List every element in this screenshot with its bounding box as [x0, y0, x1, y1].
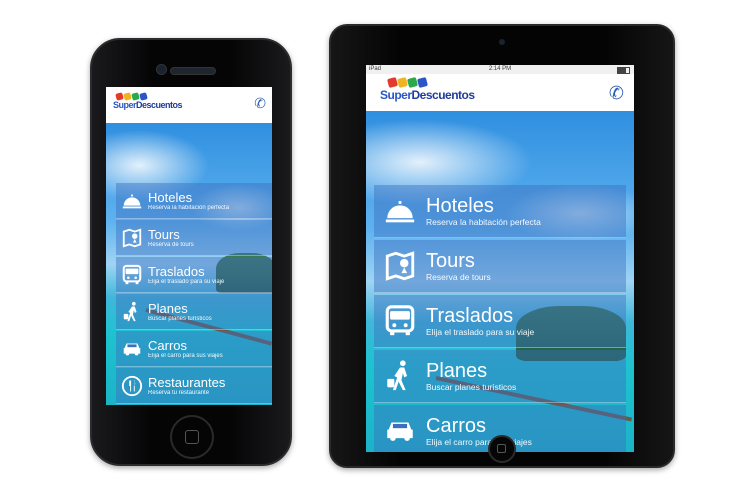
- menu-item-traslados[interactable]: Traslados Elija el traslado para su viaje: [116, 257, 272, 293]
- hotel-bell-icon: [374, 187, 426, 235]
- bus-icon: [116, 259, 148, 291]
- restaurant-icon: [116, 370, 148, 402]
- menu-item-title: Planes: [148, 300, 188, 316]
- map-icon: [116, 222, 148, 254]
- menu-item-restaurantes[interactable]: Restaurantes Reserva tu restaurante: [116, 368, 272, 404]
- phone-home-button[interactable]: [170, 415, 214, 459]
- tablet-home-button[interactable]: [488, 435, 516, 463]
- phone-icon[interactable]: ✆: [254, 95, 266, 112]
- menu-item-title: Planes: [426, 359, 488, 382]
- menu-item-carros[interactable]: Carros Elija el carro para sus viajes: [116, 331, 272, 367]
- phone-device: SuperDescuentos ✆ Hoteles Reserva la habi…: [90, 38, 292, 466]
- main-menu: Hoteles Reserva la habitación perfecta Tou…: [116, 183, 272, 405]
- logo-tag: [396, 76, 409, 89]
- menu-item-subtitle: Elija el carro para sus viajes: [426, 436, 532, 447]
- map-icon: [374, 242, 426, 290]
- phone-earpiece: [170, 67, 216, 75]
- logo-text-part2: Descuentos: [411, 88, 476, 102]
- tablet-device: iPad 2:14 PM SuperDescuentos ✆ Hoteles Re…: [329, 24, 675, 468]
- menu-item-title: Carros: [426, 414, 487, 437]
- menu-item-title: Tours: [148, 226, 180, 242]
- hotel-bell-icon: [116, 185, 148, 217]
- menu-item-planes[interactable]: Planes Buscar planes turísticos: [374, 350, 626, 403]
- tablet-screen: iPad 2:14 PM SuperDescuentos ✆ Hoteles Re…: [366, 65, 634, 452]
- menu-item-subtitle: Buscar planes turísticos: [426, 381, 517, 392]
- menu-item-subtitle: Reserva de tours: [426, 271, 491, 282]
- menu-item-text: Hoteles Reserva la habitación perfecta: [148, 191, 272, 211]
- logo-tags-icon: [386, 76, 429, 89]
- logo-text-part1: Super: [380, 88, 412, 102]
- menu-item-text: Tours Reserva de tours: [148, 228, 272, 248]
- menu-item-text: Hoteles Reserva la habitación perfecta: [426, 196, 626, 227]
- menu-item-subtitle: Buscar planes turísticos: [148, 315, 212, 322]
- logo-tag: [386, 76, 399, 89]
- menu-item-text: Tours Reserva de tours: [426, 251, 626, 282]
- phone-app-header: SuperDescuentos ✆: [106, 87, 272, 123]
- brand-logo[interactable]: SuperDescuentos: [113, 100, 183, 110]
- menu-item-text: Restaurantes Reserva tu restaurante: [148, 376, 272, 396]
- logo-tag: [416, 76, 429, 89]
- menu-item-tours[interactable]: Tours Reserva de tours: [374, 240, 626, 293]
- menu-item-title: Restaurantes: [148, 374, 226, 390]
- menu-item-hoteles[interactable]: Hoteles Reserva la habitación perfecta: [116, 183, 272, 219]
- menu-item-subtitle: Reserva tu restaurante: [148, 389, 210, 396]
- menu-item-title: Tours: [426, 249, 475, 272]
- car-icon: [374, 407, 426, 452]
- menu-item-subtitle: Elija el carro para sus viajes: [148, 352, 223, 359]
- menu-item-subtitle: Reserva de tours: [148, 241, 194, 248]
- menu-item-text: Carros Elija el carro para sus viajes: [426, 416, 626, 447]
- bus-icon: [374, 297, 426, 345]
- menu-item-subtitle: Reserva la habitación perfecta: [148, 204, 230, 211]
- tablet-camera: [499, 39, 505, 45]
- logo-text-part1: Super: [113, 100, 137, 110]
- menu-item-subtitle: Elija el traslado para su viaje: [148, 278, 225, 285]
- brand-logo[interactable]: SuperDescuentos: [380, 88, 475, 102]
- menu-item-planes[interactable]: Planes Buscar planes turísticos: [116, 294, 272, 330]
- menu-item-title: Carros: [148, 337, 188, 353]
- phone-icon[interactable]: ✆: [609, 83, 624, 104]
- status-bar: iPad 2:14 PM: [366, 65, 634, 74]
- logo-tags-icon: [115, 92, 148, 101]
- traveler-icon: [374, 352, 426, 400]
- menu-item-text: Traslados Elija el traslado para su viaje: [148, 265, 272, 285]
- tablet-app-header: SuperDescuentos ✆: [366, 74, 634, 111]
- menu-item-text: Carros Elija el carro para sus viajes: [148, 339, 272, 359]
- menu-item-text: Planes Buscar planes turísticos: [426, 361, 626, 392]
- menu-item-traslados[interactable]: Traslados Elija el traslado para su viaje: [374, 295, 626, 348]
- logo-text-part2: Descuentos: [136, 100, 183, 110]
- phone-camera: [156, 64, 167, 75]
- menu-item-subtitle: Elija el traslado para su viaje: [426, 326, 535, 337]
- main-menu: Hoteles Reserva la habitación perfecta Tou…: [374, 185, 626, 452]
- battery-icon: [617, 67, 630, 74]
- menu-item-title: Traslados: [426, 304, 514, 327]
- menu-item-title: Hoteles: [148, 189, 193, 205]
- menu-item-title: Traslados: [148, 263, 205, 279]
- phone-screen: SuperDescuentos ✆ Hoteles Reserva la habi…: [106, 87, 272, 405]
- menu-item-hoteles[interactable]: Hoteles Reserva la habitación perfecta: [374, 185, 626, 238]
- traveler-icon: [116, 296, 148, 328]
- menu-item-title: Hoteles: [426, 194, 494, 217]
- menu-item-text: Traslados Elija el traslado para su viaje: [426, 306, 626, 337]
- logo-tag: [406, 76, 419, 89]
- menu-item-tours[interactable]: Tours Reserva de tours: [116, 220, 272, 256]
- menu-item-text: Planes Buscar planes turísticos: [148, 302, 272, 322]
- status-time: 2:14 PM: [488, 66, 512, 72]
- car-icon: [116, 333, 148, 365]
- menu-item-subtitle: Reserva la habitación perfecta: [426, 216, 541, 227]
